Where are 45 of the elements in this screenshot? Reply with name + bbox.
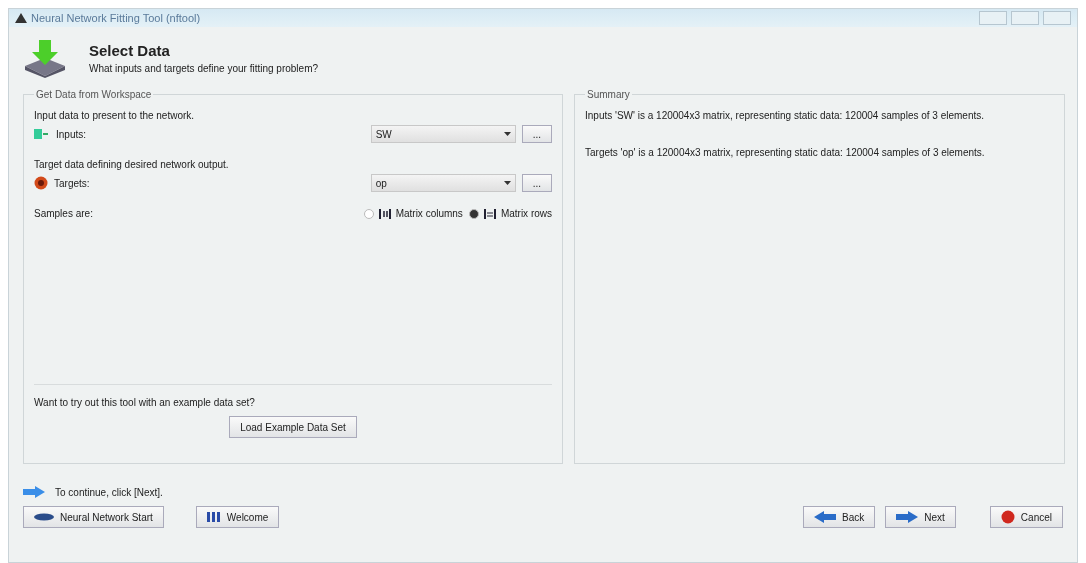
- page-subtitle: What inputs and targets define your fitting problem?: [89, 63, 319, 74]
- arrow-icon: [23, 486, 45, 498]
- back-arrow-icon: [814, 511, 837, 523]
- orientation-radio[interactable]: Matrix rows: [468, 208, 552, 219]
- browse-button[interactable]: ...: [521, 125, 552, 143]
- caret-icon: [503, 181, 511, 185]
- target-icon: [34, 176, 48, 190]
- app-icon: [15, 13, 27, 23]
- welcome-button[interactable]: Welcome: [195, 506, 280, 528]
- samples-label: Samples are:: [34, 208, 94, 219]
- radio-label: Matrix columns: [395, 208, 463, 219]
- cancel-button[interactable]: Cancel: [989, 506, 1063, 528]
- download-drive-icon: [23, 38, 67, 78]
- variable-dropdown[interactable]: SW: [370, 125, 516, 143]
- matrix-rows-icon: [483, 208, 496, 219]
- continue-hint: To continue, click [Next].: [55, 486, 163, 498]
- summary-text: Targets 'op' is a 120004x3 matrix, representing static data: 120004 samples of 3 elements.: [585, 147, 986, 158]
- matrix-columns-icon: [378, 208, 391, 219]
- close-button[interactable]: [1043, 11, 1071, 25]
- load-example-button[interactable]: Load Example Data Set: [229, 416, 357, 438]
- input-icon: [34, 128, 50, 140]
- orientation-radio[interactable]: Matrix columns: [363, 208, 463, 219]
- minimize-button[interactable]: [979, 11, 1007, 25]
- back-button[interactable]: Back: [803, 506, 876, 528]
- radio-label: Matrix rows: [500, 208, 552, 219]
- panel-title: Get Data from Workspace: [35, 89, 153, 100]
- panel-title: Summary: [586, 89, 631, 100]
- next-button[interactable]: Next: [885, 506, 956, 528]
- field-hint: Target data defining desired network output.: [34, 159, 230, 170]
- window-title: Neural Network Fitting Tool (nftool): [31, 12, 202, 24]
- grid-icon: [206, 512, 221, 522]
- variable-dropdown[interactable]: op: [370, 174, 516, 192]
- field-label: Targets:: [54, 177, 91, 189]
- field-hint: Input data to present to the network.: [34, 110, 196, 121]
- summary-text: Inputs 'SW' is a 120004x3 matrix, representing static data: 120004 samples of 3 elements.: [585, 110, 986, 121]
- caret-icon: [503, 132, 511, 136]
- field-label: Inputs:: [56, 128, 88, 140]
- network-icon: [34, 513, 54, 521]
- page-title: Select Data: [89, 42, 171, 59]
- start-button[interactable]: Neural Network Start: [23, 506, 164, 528]
- browse-button[interactable]: ...: [521, 174, 552, 192]
- cancel-icon: [1000, 510, 1015, 524]
- next-arrow-icon: [896, 511, 919, 523]
- maximize-button[interactable]: [1011, 11, 1039, 25]
- example-prompt: Want to try out this tool with an example data set?: [34, 397, 256, 408]
